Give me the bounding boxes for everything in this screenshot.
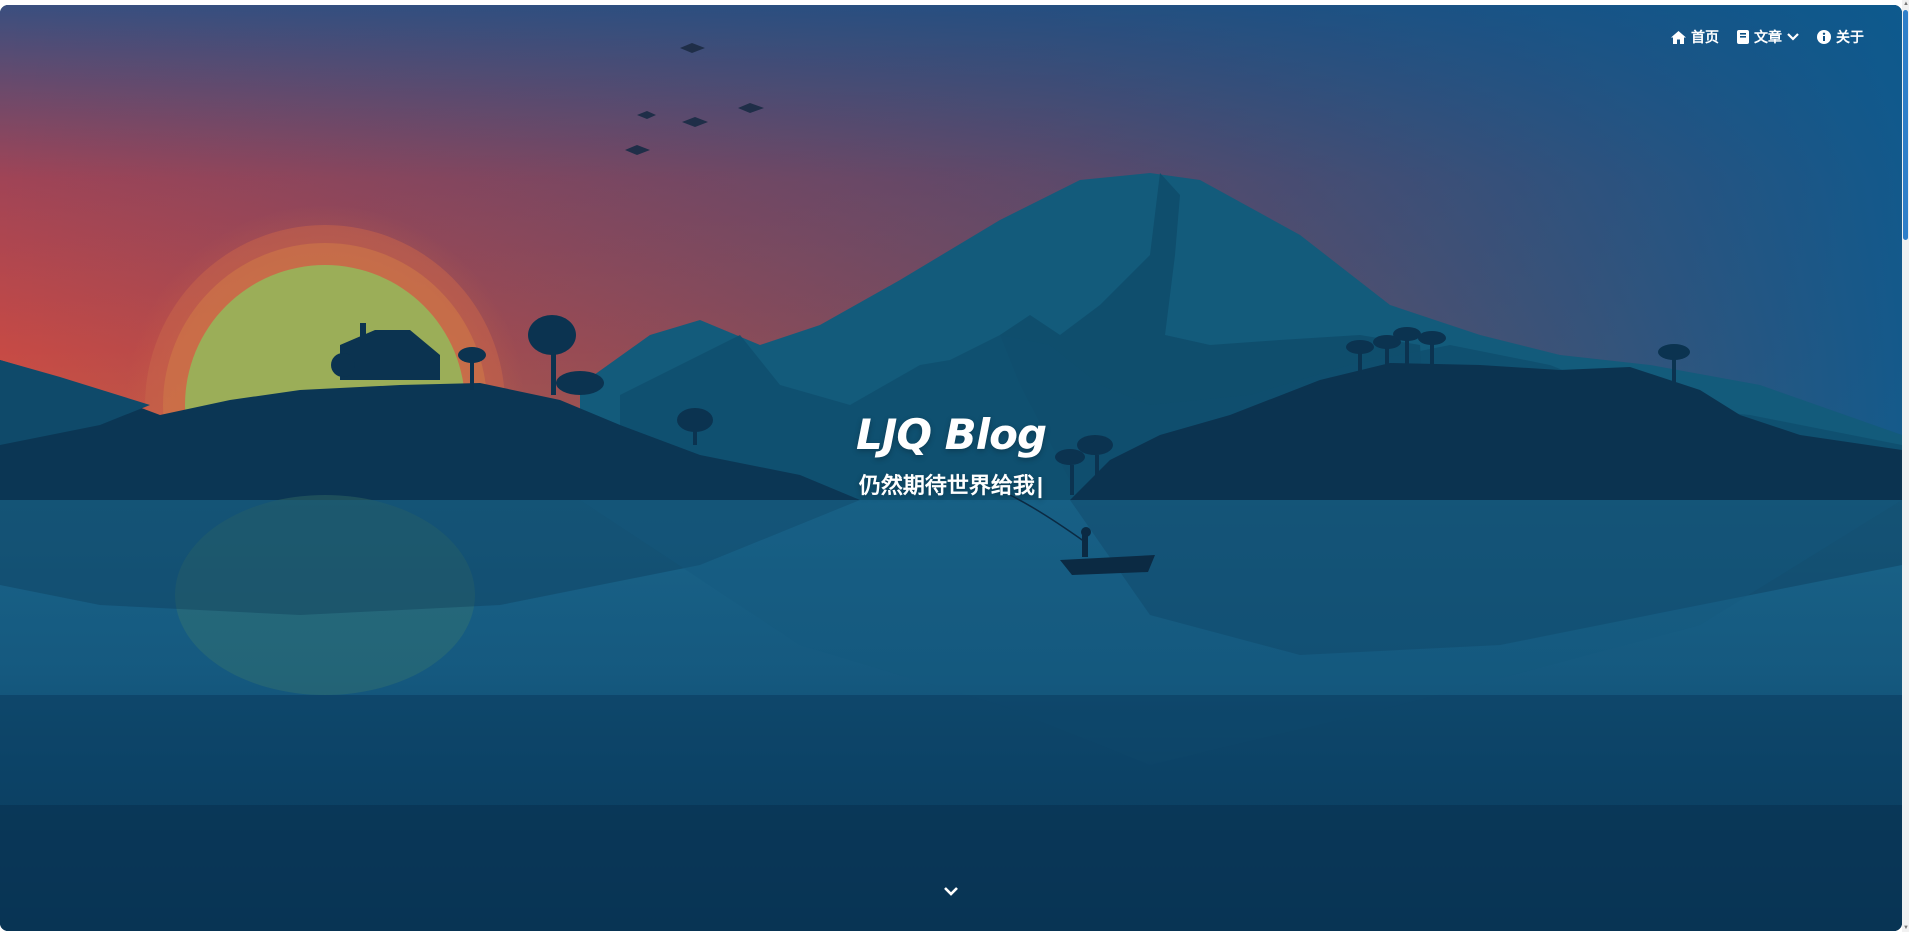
nav-item-label: 文章: [1754, 29, 1782, 45]
chevron-down-icon: [943, 883, 959, 901]
chevron-down-icon: [1787, 33, 1799, 41]
info-icon: [1817, 30, 1831, 44]
nav-item-home[interactable]: 首页: [1671, 27, 1719, 47]
scroll-up-arrow-icon[interactable]: ▲: [1903, 1, 1909, 7]
home-icon: [1671, 30, 1686, 44]
typing-cursor: |: [1036, 473, 1044, 498]
site-title: LJQ Blog: [855, 410, 1047, 459]
book-icon: [1737, 30, 1749, 44]
subtitle-text: 仍然期待世界给我: [858, 473, 1035, 498]
scroll-down-button[interactable]: [940, 881, 962, 903]
nav-item-articles[interactable]: 文章: [1737, 27, 1799, 47]
scroll-down-arrow-icon[interactable]: ▼: [1903, 925, 1909, 931]
page-scrollbar[interactable]: ▲ ▼: [1902, 0, 1909, 932]
nav-item-label: 关于: [1836, 29, 1864, 45]
site-subtitle: 仍然期待世界给我|: [0, 468, 1902, 500]
top-navigation: 首页 文章 关于: [1671, 27, 1864, 47]
scrollbar-thumb[interactable]: [1903, 10, 1908, 240]
nav-item-about[interactable]: 关于: [1817, 27, 1864, 47]
hero-banner: 首页 文章 关于 LJQ Blog 仍然期待世界给我|: [0, 5, 1902, 931]
nav-item-label: 首页: [1691, 29, 1719, 45]
